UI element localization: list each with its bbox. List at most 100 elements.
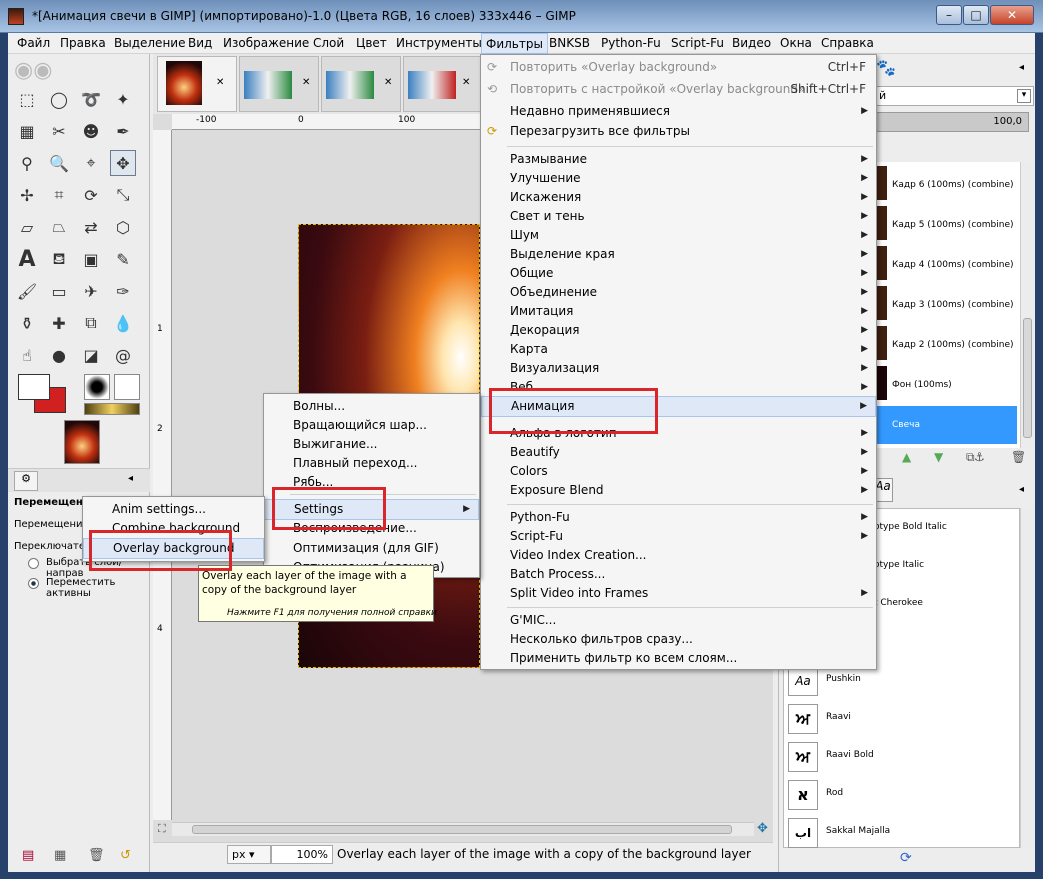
menu-item-anim-settings[interactable]: Anim settings...	[83, 500, 264, 519]
tab-close-icon[interactable]: ✕	[216, 77, 224, 88]
airbrush-icon[interactable]: ✈	[78, 278, 104, 304]
ink-icon[interactable]: ✑	[110, 278, 136, 304]
menu-item-enhance[interactable]: Улучшение ▶	[481, 169, 876, 188]
menu-item-apply-all-layers[interactable]: Применить фильтр ко всем слоям...	[481, 649, 876, 668]
menu-item-reshow[interactable]: ⟲ Повторить с настройкой «Overlay backgro…	[481, 80, 876, 99]
menu-item-python-fu[interactable]: Python-Fu ▶	[481, 508, 876, 527]
menu-image[interactable]: Изображение	[223, 36, 309, 50]
layers-scrollbar[interactable]	[1020, 162, 1034, 448]
radio-move-active[interactable]	[28, 578, 39, 589]
image-tab-2[interactable]: ✕	[239, 56, 319, 112]
maximize-button[interactable]: □	[963, 5, 989, 25]
opacity-slider[interactable]: 100,0	[874, 112, 1029, 132]
spiral-icon[interactable]: @	[110, 342, 136, 368]
unit-select[interactable]: px ▾	[227, 845, 271, 864]
menu-item-render[interactable]: Визуализация ▶	[481, 359, 876, 378]
menu-item-combine[interactable]: Объединение ▶	[481, 283, 876, 302]
perspective-clone-icon[interactable]: ⧉	[78, 310, 104, 336]
navigate-icon[interactable]: ✥	[757, 821, 768, 836]
horizontal-scrollbar[interactable]	[172, 822, 754, 836]
quick-mask-icon[interactable]: ⛶	[158, 822, 166, 836]
image-tab-3[interactable]: ✕	[321, 56, 401, 112]
lower-layer-icon[interactable]: ▼	[934, 450, 943, 464]
foreground-select-icon[interactable]: ☻	[78, 118, 104, 144]
save-options-icon[interactable]: ▤	[22, 848, 34, 863]
menu-color[interactable]: Цвет	[356, 36, 387, 50]
layer-name[interactable]: Кадр 4 (100ms) (combine)	[892, 260, 1014, 270]
ellipse-select-icon[interactable]: ◯	[46, 86, 72, 112]
move-tool-icon[interactable]: ✥	[110, 150, 136, 176]
font-row[interactable]: اب Sakkal Majalla	[788, 814, 1018, 852]
zoom-icon[interactable]: 🔍	[46, 150, 72, 176]
panel-menu-arrow-icon[interactable]: ◂	[128, 473, 133, 484]
menu-item-split-video[interactable]: Split Video into Frames ▶	[481, 584, 876, 603]
menu-item-beautify[interactable]: Beautify ▶	[481, 443, 876, 462]
anchor-layer-icon[interactable]: ⚓	[974, 450, 985, 464]
image-tab-4[interactable]: ✕	[403, 56, 483, 112]
fonts-scrollbar[interactable]	[1020, 508, 1034, 848]
layer-name[interactable]: Кадр 3 (100ms) (combine)	[892, 300, 1014, 310]
bucket-fill-icon[interactable]: ⛾	[46, 246, 72, 272]
layer-name[interactable]: Кадр 6 (100ms) (combine)	[892, 180, 1014, 190]
pencil-icon[interactable]: ✎	[110, 246, 136, 272]
active-image-thumbnail[interactable]	[64, 420, 100, 464]
menu-item-exposure-blend[interactable]: Exposure Blend ▶	[481, 481, 876, 500]
lasso-icon[interactable]: ➰	[78, 86, 104, 112]
delete-options-icon[interactable]: 🗑	[88, 848, 105, 863]
crop-icon[interactable]: ⌗	[46, 182, 72, 208]
menu-script-fu[interactable]: Script-Fu	[671, 36, 724, 50]
minimize-button[interactable]: –	[936, 5, 962, 25]
measure-icon[interactable]: ⌖	[78, 150, 104, 176]
menu-view[interactable]: Вид	[188, 36, 212, 50]
panel-menu-arrow-icon[interactable]: ◂	[1019, 484, 1024, 495]
menu-item-repeat[interactable]: ⟳ Повторить «Overlay background» Ctrl+F	[481, 58, 876, 77]
menu-item-script-fu[interactable]: Script-Fu ▶	[481, 527, 876, 546]
menu-item-decor[interactable]: Декорация ▶	[481, 321, 876, 340]
refresh-fonts-icon[interactable]: ⟳	[900, 850, 912, 866]
menu-item-video-index[interactable]: Video Index Creation...	[481, 546, 876, 565]
blend-icon[interactable]: ▣	[78, 246, 104, 272]
scrollbar-thumb[interactable]	[192, 825, 732, 834]
menu-edit[interactable]: Правка	[60, 36, 106, 50]
paths-icon[interactable]: ✒	[110, 118, 136, 144]
menu-item-optimize-gif[interactable]: Оптимизация (для GIF)	[264, 539, 479, 558]
raise-layer-icon[interactable]: ▲	[902, 450, 911, 464]
menu-item-colors[interactable]: Colors ▶	[481, 462, 876, 481]
menu-item-batch-process[interactable]: Batch Process...	[481, 565, 876, 584]
flip-icon[interactable]: ⇄	[78, 214, 104, 240]
menu-tools[interactable]: Инструменты	[396, 36, 482, 50]
menu-item-blur[interactable]: Размывание ▶	[481, 150, 876, 169]
text-tool-icon[interactable]: A	[14, 246, 40, 272]
menu-item-artistic[interactable]: Имитация ▶	[481, 302, 876, 321]
scrollbar-thumb[interactable]	[1023, 318, 1032, 438]
tool-options-tab-icon[interactable]: ⚙	[14, 471, 38, 491]
color-picker-icon[interactable]: ⚲	[14, 150, 40, 176]
menu-python-fu[interactable]: Python-Fu	[601, 36, 661, 50]
layer-name[interactable]: Кадр 2 (100ms) (combine)	[892, 340, 1014, 350]
perspective-icon[interactable]: ⏢	[46, 214, 72, 240]
magic-wand-icon[interactable]: ✦	[110, 86, 136, 112]
warp-icon[interactable]: ◪	[78, 342, 104, 368]
font-row[interactable]: א Rod	[788, 776, 1018, 814]
layer-name[interactable]: Кадр 5 (100ms) (combine)	[892, 220, 1014, 230]
shear-icon[interactable]: ▱	[14, 214, 40, 240]
scale-icon[interactable]: ⤡	[110, 182, 136, 208]
menu-item-recent[interactable]: Недавно применявшиеся ▶	[481, 102, 876, 121]
scissors-icon[interactable]: ✂	[46, 118, 72, 144]
close-button[interactable]: ✕	[990, 5, 1034, 25]
brush-preview[interactable]	[84, 374, 110, 400]
menu-item-gmic[interactable]: G'MIC...	[481, 611, 876, 630]
tab-close-icon[interactable]: ✕	[302, 77, 310, 88]
panel-menu-arrow-icon[interactable]: ◂	[1019, 62, 1024, 73]
tab-close-icon[interactable]: ✕	[384, 77, 392, 88]
layer-name[interactable]: Фон (100ms)	[892, 380, 952, 390]
menu-bnksb[interactable]: BNKSB	[549, 36, 590, 50]
dodge-icon[interactable]: ●	[46, 342, 72, 368]
rect-select-icon[interactable]: ⬚	[14, 86, 40, 112]
menu-item-spinning-globe[interactable]: Вращающийся шар...	[264, 416, 479, 435]
pattern-preview[interactable]	[114, 374, 140, 400]
menu-item-distorts[interactable]: Искажения ▶	[481, 188, 876, 207]
menu-item-noise[interactable]: Шум ▶	[481, 226, 876, 245]
menu-item-generic[interactable]: Общие ▶	[481, 264, 876, 283]
layer-name[interactable]: Свеча	[892, 420, 920, 430]
